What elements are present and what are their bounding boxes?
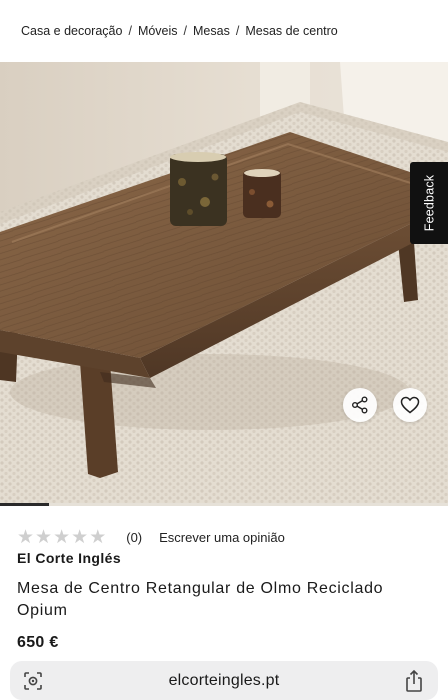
- product-image: [0, 62, 448, 506]
- share-upload-icon[interactable]: [404, 669, 424, 693]
- rating-stars[interactable]: ★ ★ ★ ★ ★: [17, 528, 106, 547]
- product-image-gallery[interactable]: [0, 62, 448, 506]
- gallery-progress-fill: [0, 503, 50, 506]
- breadcrumb-moveis[interactable]: Móveis: [138, 24, 178, 38]
- feedback-tab[interactable]: Feedback: [410, 162, 448, 244]
- star-icon: ★: [71, 526, 89, 548]
- review-count[interactable]: (0): [126, 530, 142, 545]
- browser-address-bar[interactable]: elcorteingles.pt: [10, 661, 438, 700]
- breadcrumb-mesas[interactable]: Mesas: [193, 24, 230, 38]
- breadcrumb-separator: /: [183, 24, 188, 38]
- product-title: Mesa de Centro Retangular de Olmo Recicl…: [17, 580, 384, 619]
- url-text[interactable]: elcorteingles.pt: [10, 672, 438, 690]
- share-icon: [352, 396, 368, 414]
- breadcrumb-mesas-de-centro[interactable]: Mesas de centro: [245, 24, 337, 38]
- write-review-link[interactable]: Escrever uma opinião: [159, 530, 285, 545]
- star-icon: ★: [35, 526, 53, 548]
- gallery-progress-track: [0, 503, 448, 506]
- feedback-label: Feedback: [422, 174, 436, 232]
- share-button[interactable]: [343, 388, 377, 422]
- product-price: 650 €: [17, 634, 59, 651]
- breadcrumb-separator: /: [128, 24, 132, 38]
- star-icon: ★: [53, 526, 71, 548]
- rating-row: ★ ★ ★ ★ ★ (0) Escrever uma opinião: [17, 526, 285, 548]
- breadcrumb-separator: /: [235, 24, 240, 38]
- star-icon: ★: [89, 526, 107, 548]
- star-icon: ★: [17, 526, 35, 548]
- heart-icon: [400, 396, 420, 414]
- favorite-button[interactable]: [393, 388, 427, 422]
- brand-name[interactable]: El Corte Inglés: [17, 550, 121, 566]
- breadcrumb: Casa e decoração / Móveis / Mesas / Mesa…: [0, 0, 448, 62]
- breadcrumb-casa-decoracao[interactable]: Casa e decoração: [21, 24, 122, 38]
- page-settings-icon[interactable]: [22, 670, 44, 692]
